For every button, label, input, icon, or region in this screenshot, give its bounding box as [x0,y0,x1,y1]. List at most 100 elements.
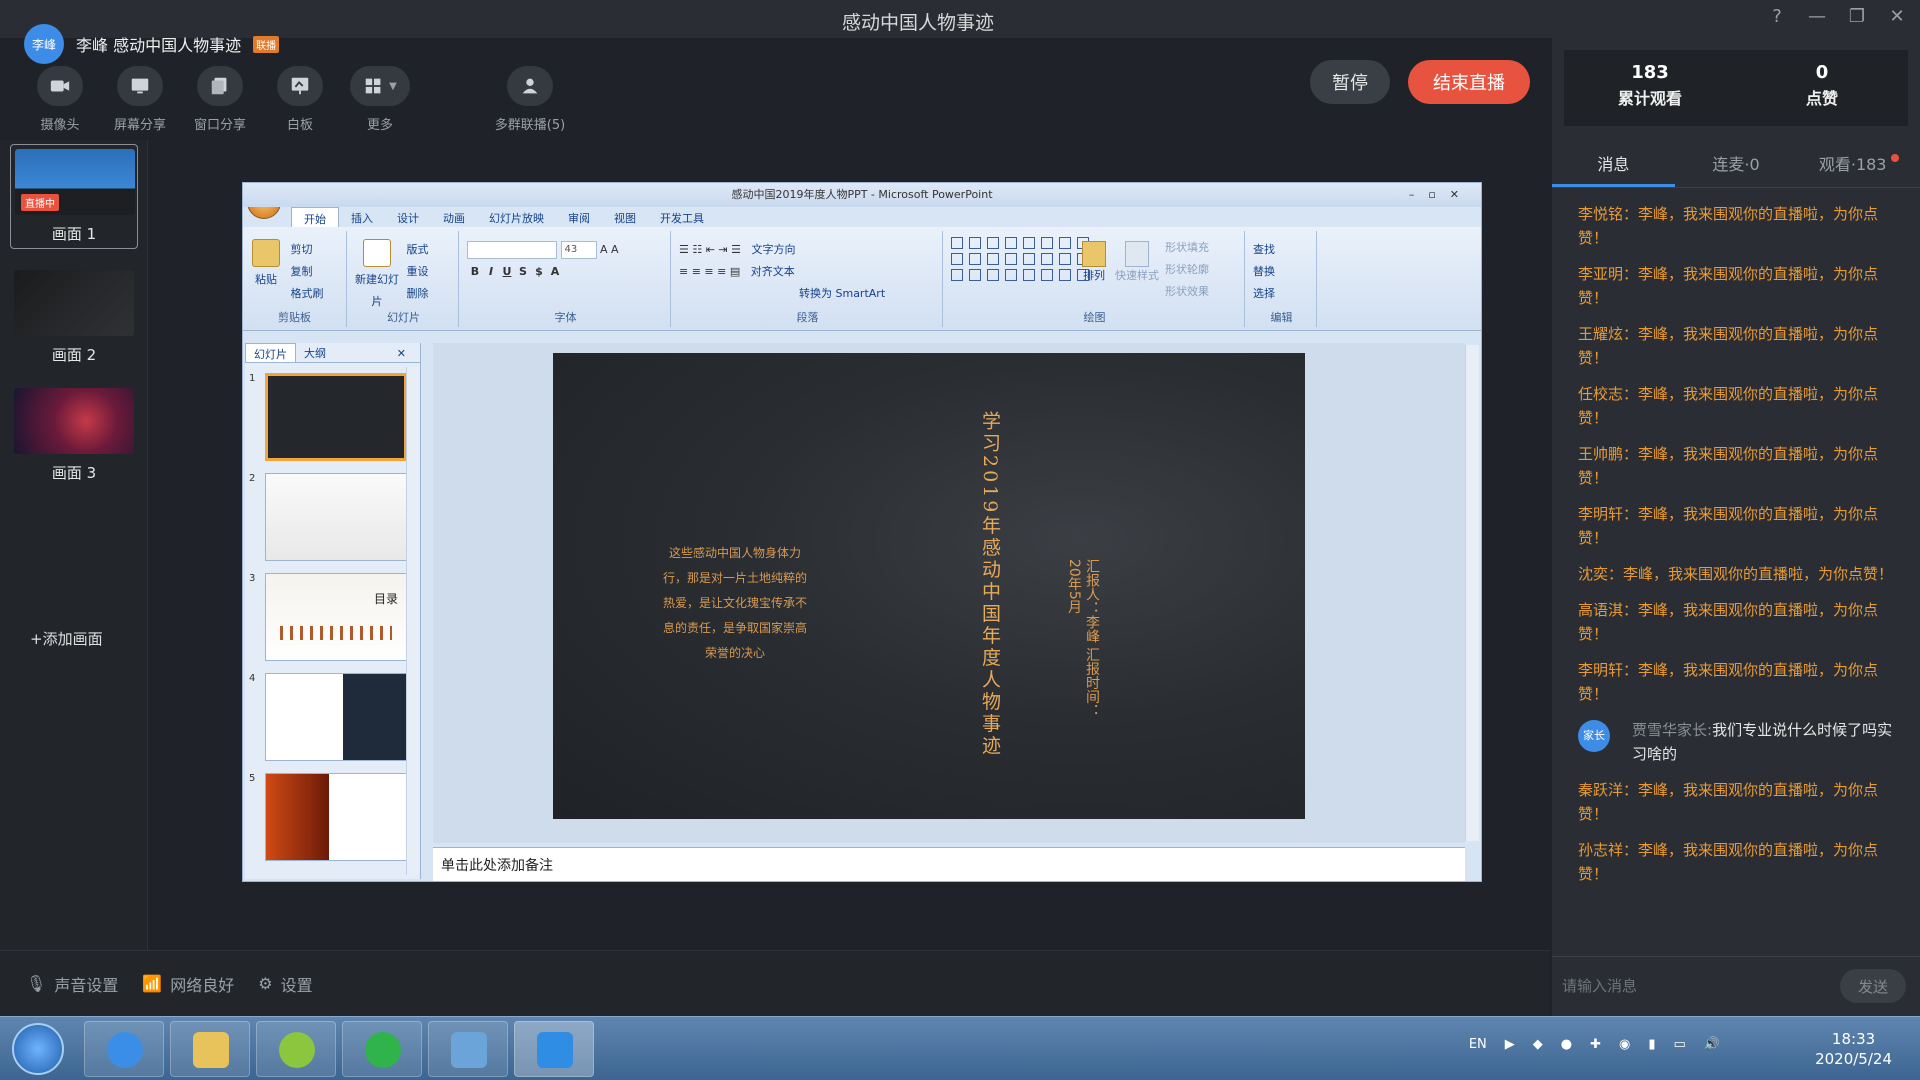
taskbar-app-1[interactable] [84,1021,164,1077]
font-group: 43 A A B I U S $ A 字体 [461,231,671,327]
start-button[interactable] [12,1023,64,1075]
settings-label: 设置 [280,975,313,995]
slide-thumbnail[interactable]: 目录 [265,573,407,661]
shapes-gallery[interactable] [951,237,1091,281]
message-input[interactable] [1562,969,1822,1003]
close-pane-icon[interactable]: ✕ [389,345,414,362]
taskbar-app-5[interactable] [428,1021,508,1077]
pause-button[interactable]: 暂停 [1310,60,1390,104]
tab-design[interactable]: 设计 [385,207,431,227]
font-format-row[interactable]: B I U S $ A [467,261,664,283]
window-share-button[interactable]: 窗口分享 [180,66,260,133]
reset-button[interactable]: 重设 [407,261,429,283]
slide-thumbnail[interactable] [265,473,407,561]
device-icon[interactable]: ▮ [1648,1037,1655,1052]
system-tray: EN ▶ ◆ ● ✚ ◉ ▮ ▭ 🔊 [1469,1037,1720,1052]
shape-outline-button[interactable]: 形状轮廓 [1165,259,1209,281]
chat-tray-icon[interactable]: ● [1561,1037,1572,1052]
settings-button[interactable]: ⚙ 设置 [258,972,312,996]
text-direction-button[interactable]: 文字方向 [752,243,796,256]
tool-label: 窗口分享 [193,118,246,133]
find-button[interactable]: 查找 [1253,239,1310,261]
tool-label: 屏幕分享 [113,118,166,133]
layout-button[interactable]: 版式 [407,239,429,261]
smartart-button[interactable]: 转换为 SmartArt [679,283,936,305]
tab-insert[interactable]: 插入 [339,207,385,227]
tab-messages[interactable]: 消息 [1552,144,1675,187]
ppt-window-controls[interactable]: –▫✕ [1409,183,1473,207]
end-live-button[interactable]: 结束直播 [1408,60,1530,104]
tab-slideshow[interactable]: 幻灯片放映 [477,207,556,227]
tab-slides[interactable]: 幻灯片 [245,343,296,362]
taskbar-app-3[interactable] [256,1021,336,1077]
shape-effects-button[interactable]: 形状效果 [1165,281,1209,303]
select-button[interactable]: 选择 [1253,283,1310,305]
live-badge: 直播中 [21,194,59,211]
browser-tray-icon[interactable]: ◉ [1619,1037,1630,1052]
list-item: 沈奕：李峰，我来围观你的直播啦，为你点赞！ [1578,565,1894,583]
editor-scrollbar[interactable] [1465,345,1479,841]
network-icon[interactable]: ▭ [1674,1037,1686,1052]
slide-thumbnail[interactable] [265,773,407,861]
arrange-button[interactable]: 排列 [1079,241,1109,283]
camera-button[interactable]: 摄像头 [20,66,100,133]
volume-icon[interactable]: 🔊 [1704,1037,1720,1052]
font-size-input[interactable]: 43 [560,241,597,259]
paste-button[interactable]: 粘贴 [249,239,283,291]
add-scene-button[interactable]: +添加画面 [30,628,103,649]
tab-view[interactable]: 视图 [602,207,648,227]
align-text-button[interactable]: 对齐文本 [751,265,795,278]
taskbar-app-4[interactable] [342,1021,422,1077]
tab-outline[interactable]: 大纲 [296,343,334,362]
scene-item-3[interactable]: 画面 3 [10,388,138,483]
new-slide-button[interactable]: 新建幻灯片 [355,239,399,313]
clock[interactable]: 18:33 2020/5/24 [1815,1029,1892,1069]
chat-sender: 贾雪华家长: [1632,721,1713,739]
copy-button[interactable]: 复制 [291,261,324,283]
delete-slide-button[interactable]: 删除 [407,283,429,305]
maximize-icon[interactable]: ❐ [1846,6,1868,27]
window-share-icon [211,77,227,95]
send-button[interactable]: 发送 [1840,969,1906,1003]
app-tray-icon[interactable]: ◆ [1533,1037,1543,1052]
tab-connect[interactable]: 连麦·0 [1675,144,1798,187]
multi-group-broadcast-button[interactable]: 多群联播(5) [480,66,580,133]
format-painter-button[interactable]: 格式刷 [291,283,324,305]
scene-item-2[interactable]: 画面 2 [10,270,138,365]
tab-viewers[interactable]: 观看·183 [1797,144,1920,187]
notes-area[interactable]: 单击此处添加备注 [433,847,1465,881]
close-icon[interactable]: ✕ [1886,6,1908,27]
shape-fill-button[interactable]: 形状填充 [1165,237,1209,259]
whiteboard-button[interactable]: 白板 [260,66,340,133]
tab-review[interactable]: 审阅 [556,207,602,227]
language-indicator[interactable]: EN [1469,1037,1487,1052]
shield-icon[interactable]: ✚ [1590,1037,1601,1052]
tab-developer[interactable]: 开发工具 [648,207,716,227]
audio-settings-button[interactable]: 🎙 声音设置 [26,972,118,996]
minimize-icon[interactable]: — [1806,6,1828,27]
message-input-bar: 发送 [1552,956,1920,1016]
taskbar-app-2[interactable] [170,1021,250,1077]
clipboard-group: 粘贴 剪切 复制 格式刷 剪贴板 [243,231,347,327]
tab-home[interactable]: 开始 [291,207,339,227]
taskbar-app-6[interactable] [514,1021,594,1077]
font-name-input[interactable] [467,241,557,259]
cut-button[interactable]: 剪切 [291,239,324,261]
replace-button[interactable]: 替换 [1253,261,1310,283]
message-list: 李悦铭：李峰，我来围观你的直播啦，为你点赞！ 李亚明：李峰，我来围观你的直播啦，… [1578,202,1900,898]
current-slide[interactable]: 学习2019年感动中国年度人物事迹 汇报人：李峰 汇报时间：20年5月 这些感动… [553,353,1305,819]
screen-share-button[interactable]: 屏幕分享 [100,66,180,133]
tab-animation[interactable]: 动画 [431,207,477,227]
thumb-text: 目录 [373,592,398,606]
play-icon[interactable]: ▶ [1505,1037,1515,1052]
more-button[interactable]: ▼ 更多 [340,66,420,133]
users-icon [522,78,538,94]
slides-scrollbar[interactable] [406,367,418,875]
slide-number: 4 [249,673,256,684]
slide-thumbnail[interactable] [265,373,407,461]
slide-thumbnail[interactable] [265,673,407,761]
scene-item-1[interactable]: 直播中 画面 1 [10,144,138,249]
quick-styles-button[interactable]: 快速样式 [1115,241,1159,283]
help-icon[interactable]: ? [1766,6,1788,27]
avatar[interactable]: 李峰 [24,24,64,64]
